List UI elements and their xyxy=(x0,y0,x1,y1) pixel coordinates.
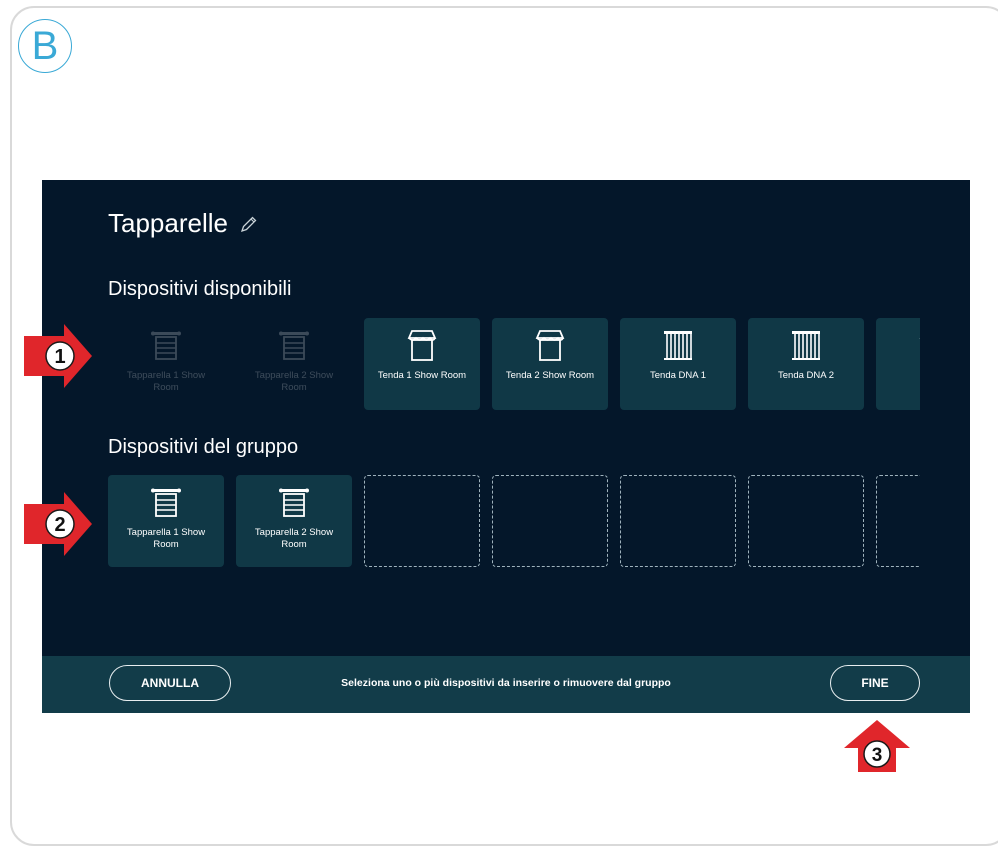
device-tile[interactable]: Tenda xyxy=(876,318,920,410)
awning-icon xyxy=(919,338,920,339)
device-label: Tapparella 1 Show Room xyxy=(126,527,206,550)
group-devices-heading: Dispositivi del gruppo xyxy=(108,436,299,458)
device-tile[interactable]: Tenda DNA 2 xyxy=(748,318,864,410)
empty-slot[interactable] xyxy=(620,475,736,567)
device-label: Tapparella 1 Show Room xyxy=(126,370,206,393)
device-tile: Tapparella 2 Show Room xyxy=(236,318,352,410)
device-label: Tenda 2 Show Room xyxy=(505,370,595,381)
device-tile[interactable]: Tapparella 1 Show Room xyxy=(108,475,224,567)
bottom-bar: ANNULLA Seleziona uno o più dispositivi … xyxy=(42,656,970,713)
device-label: Tapparella 2 Show Room xyxy=(254,527,334,550)
empty-slot[interactable] xyxy=(876,475,920,567)
device-label: Tenda xyxy=(882,370,920,382)
roller-shutter-icon xyxy=(151,331,181,360)
device-label: Tenda 1 Show Room xyxy=(377,370,467,381)
callout-number-3: 3 xyxy=(872,745,883,766)
curtain-icon xyxy=(664,331,692,360)
group-name: Tapparelle xyxy=(108,208,228,238)
available-devices-row[interactable]: Tapparella 1 Show Room Tapparella 2 Show … xyxy=(108,318,920,410)
empty-slot[interactable] xyxy=(364,475,480,567)
available-devices-heading: Dispositivi disponibili xyxy=(108,278,292,300)
done-button[interactable]: FINE xyxy=(830,665,920,701)
callout-number-1: 1 xyxy=(54,346,65,368)
group-devices-row[interactable]: Tapparella 1 Show Room Tapparella 2 Show … xyxy=(108,475,920,567)
empty-slot[interactable] xyxy=(748,475,864,567)
section-badge: B xyxy=(18,19,72,73)
roller-shutter-icon xyxy=(151,488,181,517)
awning-icon xyxy=(535,330,565,361)
pencil-icon[interactable] xyxy=(238,213,260,235)
device-tile[interactable]: Tenda 1 Show Room xyxy=(364,318,480,410)
device-tile[interactable]: Tenda 2 Show Room xyxy=(492,318,608,410)
device-label: Tapparella 2 Show Room xyxy=(254,370,334,393)
callout-arrow-right-1: 1 xyxy=(24,324,92,388)
callout-arrow-right-2: 2 xyxy=(24,492,92,556)
device-tile: Tapparella 1 Show Room xyxy=(108,318,224,410)
device-tile[interactable]: Tenda DNA 1 xyxy=(620,318,736,410)
section-badge-letter: B xyxy=(31,24,59,68)
empty-slot[interactable] xyxy=(492,475,608,567)
awning-icon xyxy=(407,330,437,361)
roller-shutter-icon xyxy=(279,488,309,517)
device-label: Tenda DNA 1 xyxy=(650,370,706,381)
app-screen: Tapparelle Dispositivi disponibili Tappa… xyxy=(42,180,970,713)
page-title: Tapparelle xyxy=(108,208,260,239)
device-label: Tenda DNA 2 xyxy=(778,370,834,381)
callout-arrow-up-3: 3 xyxy=(844,720,910,772)
callout-number-2: 2 xyxy=(54,514,65,536)
device-tile[interactable]: Tapparella 2 Show Room xyxy=(236,475,352,567)
curtain-icon xyxy=(792,331,820,360)
roller-shutter-icon xyxy=(279,331,309,360)
